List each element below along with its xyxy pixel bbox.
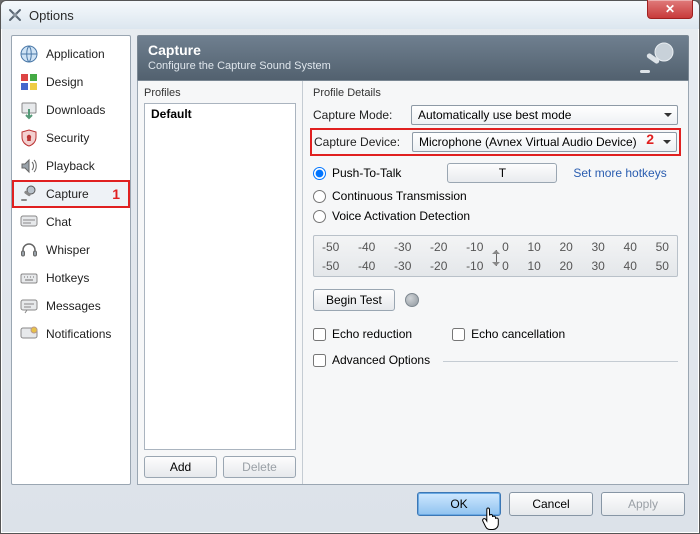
sidebar-item-notifications[interactable]: Notifications — [12, 320, 130, 348]
sidebar-item-label: Downloads — [46, 103, 105, 117]
advanced-options-checkbox[interactable] — [313, 354, 326, 367]
advanced-options-group: Advanced Options — [313, 353, 678, 367]
sidebar-item-messages[interactable]: Messages — [12, 292, 130, 320]
cancel-button[interactable]: Cancel — [509, 492, 593, 516]
capture-mode-value: Automatically use best mode — [418, 108, 571, 122]
keyboard-icon — [18, 267, 40, 289]
sidebar-item-label: Design — [46, 75, 83, 89]
sidebar-item-label: Hotkeys — [46, 271, 89, 285]
sidebar-item-label: Security — [46, 131, 89, 145]
sidebar-item-chat[interactable]: Chat — [12, 208, 130, 236]
profiles-label: Profiles — [144, 87, 296, 99]
begin-test-button[interactable]: Begin Test — [313, 289, 395, 311]
continuous-row: Continuous Transmission — [313, 189, 678, 203]
annotation-1: 1 — [112, 186, 124, 202]
add-profile-button[interactable]: Add — [144, 456, 217, 478]
sidebar-item-label: Messages — [46, 299, 101, 313]
sidebar-item-design[interactable]: Design — [12, 68, 130, 96]
dialog-footer: OK Cancel Apply — [11, 485, 689, 523]
speaker-icon — [18, 155, 40, 177]
capture-device-label: Capture Device: — [314, 135, 404, 149]
vad-radio[interactable] — [313, 210, 326, 223]
sidebar-item-label: Whisper — [46, 243, 90, 257]
window-body: Application Design Downloads Security Pl… — [1, 29, 699, 533]
echo-reduction-check[interactable]: Echo reduction — [313, 327, 412, 341]
test-row: Begin Test — [313, 289, 678, 311]
sidebar-item-hotkeys[interactable]: Hotkeys — [12, 264, 130, 292]
profile-details-pane: Profile Details Capture Mode: Automatica… — [303, 81, 688, 484]
capture-mode-combo[interactable]: Automatically use best mode — [411, 105, 678, 125]
capture-device-row: Capture Device: Microphone (Avnex Virtua… — [314, 132, 677, 152]
close-icon: ✕ — [665, 2, 675, 16]
profile-details-label: Profile Details — [313, 87, 678, 99]
chat-icon — [18, 211, 40, 233]
sidebar-item-label: Playback — [46, 159, 95, 173]
capture-mode-label: Capture Mode: — [313, 108, 403, 122]
capture-device-value: Microphone (Avnex Virtual Audio Device) — [419, 135, 637, 149]
echo-cancellation-checkbox[interactable] — [452, 328, 465, 341]
message-icon — [18, 295, 40, 317]
close-button[interactable]: ✕ — [647, 0, 693, 19]
echo-cancellation-check[interactable]: Echo cancellation — [452, 327, 565, 341]
capture-device-combo[interactable]: Microphone (Avnex Virtual Audio Device) — [412, 132, 677, 152]
panel-subtitle: Configure the Capture Sound System — [148, 60, 678, 72]
sidebar-item-label: Application — [46, 47, 105, 61]
sidebar-item-whisper[interactable]: Whisper — [12, 236, 130, 264]
echo-reduction-checkbox[interactable] — [313, 328, 326, 341]
vad-label: Voice Activation Detection — [332, 209, 470, 223]
profile-item[interactable]: Default — [145, 104, 295, 124]
sidebar-item-security[interactable]: Security — [12, 124, 130, 152]
ptt-radio[interactable] — [313, 167, 326, 180]
ptt-hotkey-button[interactable]: T — [447, 163, 557, 183]
delete-profile-button[interactable]: Delete — [223, 456, 296, 478]
profiles-list[interactable]: Default — [144, 103, 296, 450]
microphone-large-icon — [638, 40, 678, 76]
sidebar-item-capture[interactable]: Capture 1 — [12, 180, 130, 208]
shield-icon — [18, 127, 40, 149]
continuous-radio[interactable] — [313, 190, 326, 203]
microphone-icon — [18, 183, 40, 205]
ptt-label: Push-To-Talk — [332, 166, 401, 180]
echo-checks: Echo reduction Echo cancellation — [313, 327, 678, 341]
headset-icon — [18, 239, 40, 261]
panel-header: Capture Configure the Capture Sound Syst… — [137, 35, 689, 80]
squares-icon — [18, 71, 40, 93]
work-area: Application Design Downloads Security Pl… — [11, 35, 689, 485]
profiles-pane: Profiles Default Add Delete — [138, 81, 303, 484]
download-icon — [18, 99, 40, 121]
vad-row: Voice Activation Detection — [313, 209, 678, 223]
apply-button[interactable]: Apply — [601, 492, 685, 516]
window-title: Options — [29, 8, 74, 23]
globe-icon — [18, 43, 40, 65]
activation-radiogroup: Push-To-Talk T Set more hotkeys Continuo… — [313, 163, 678, 223]
group-separator — [443, 361, 678, 362]
meter-scale-bottom: -50 -40 -30 -20 -10 0 10 20 30 40 50 — [322, 259, 669, 273]
ok-button[interactable]: OK — [417, 492, 501, 516]
continuous-label: Continuous Transmission — [332, 189, 467, 203]
sidebar: Application Design Downloads Security Pl… — [11, 35, 131, 485]
sidebar-item-label: Chat — [46, 215, 71, 229]
level-meter: -50 -40 -30 -20 -10 0 10 20 30 40 50 — [313, 235, 678, 277]
test-indicator-icon — [405, 293, 419, 307]
sidebar-item-label: Notifications — [46, 327, 111, 341]
panel-title: Capture — [148, 42, 678, 58]
options-window: Options ✕ Application Design Downloads — [0, 0, 700, 534]
panel-content: Profiles Default Add Delete Profile Deta… — [137, 80, 689, 485]
titlebar: Options ✕ — [1, 1, 699, 29]
sidebar-item-playback[interactable]: Playback — [12, 152, 130, 180]
bell-icon — [18, 323, 40, 345]
sidebar-item-downloads[interactable]: Downloads — [12, 96, 130, 124]
advanced-options-check[interactable]: Advanced Options — [313, 353, 678, 367]
capture-device-highlight: Capture Device: Microphone (Avnex Virtua… — [313, 131, 678, 153]
ptt-row: Push-To-Talk T Set more hotkeys — [313, 163, 678, 183]
capture-mode-row: Capture Mode: Automatically use best mod… — [313, 105, 678, 125]
sidebar-item-label: Capture — [46, 187, 89, 201]
main-panel: Capture Configure the Capture Sound Syst… — [137, 35, 689, 485]
set-more-hotkeys-link[interactable]: Set more hotkeys — [573, 166, 666, 180]
sidebar-item-application[interactable]: Application — [12, 40, 130, 68]
app-icon — [7, 7, 23, 23]
